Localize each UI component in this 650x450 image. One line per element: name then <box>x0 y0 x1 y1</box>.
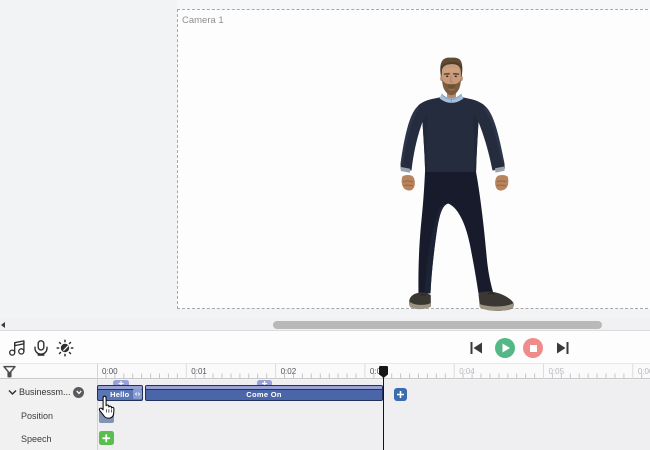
svg-text:0:05: 0:05 <box>549 367 565 376</box>
svg-text:0:00: 0:00 <box>102 367 118 376</box>
svg-text:0:02: 0:02 <box>281 367 297 376</box>
svg-text:0:01: 0:01 <box>191 367 207 376</box>
svg-text:0:06: 0:06 <box>638 367 650 376</box>
svg-text:0:04: 0:04 <box>459 367 475 376</box>
